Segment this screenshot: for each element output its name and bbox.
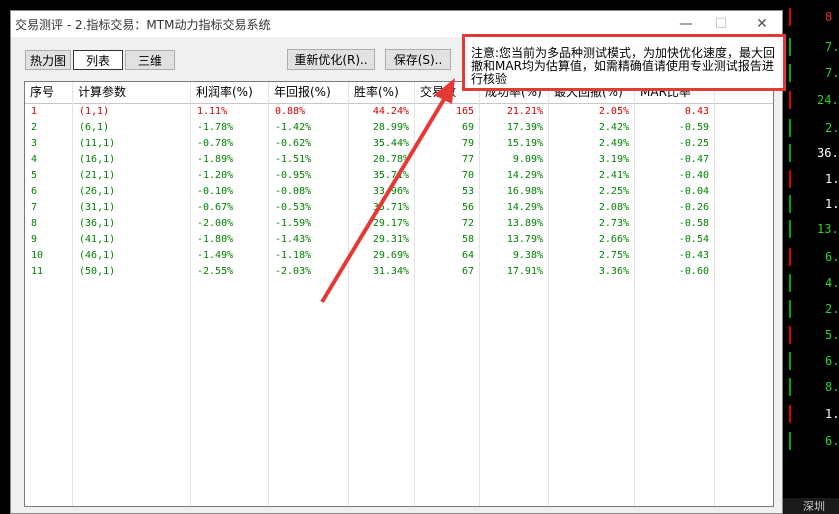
annotation-arrow: [320, 78, 455, 304]
arrow-shaft: [320, 94, 448, 304]
arrow-head: [434, 78, 455, 104]
